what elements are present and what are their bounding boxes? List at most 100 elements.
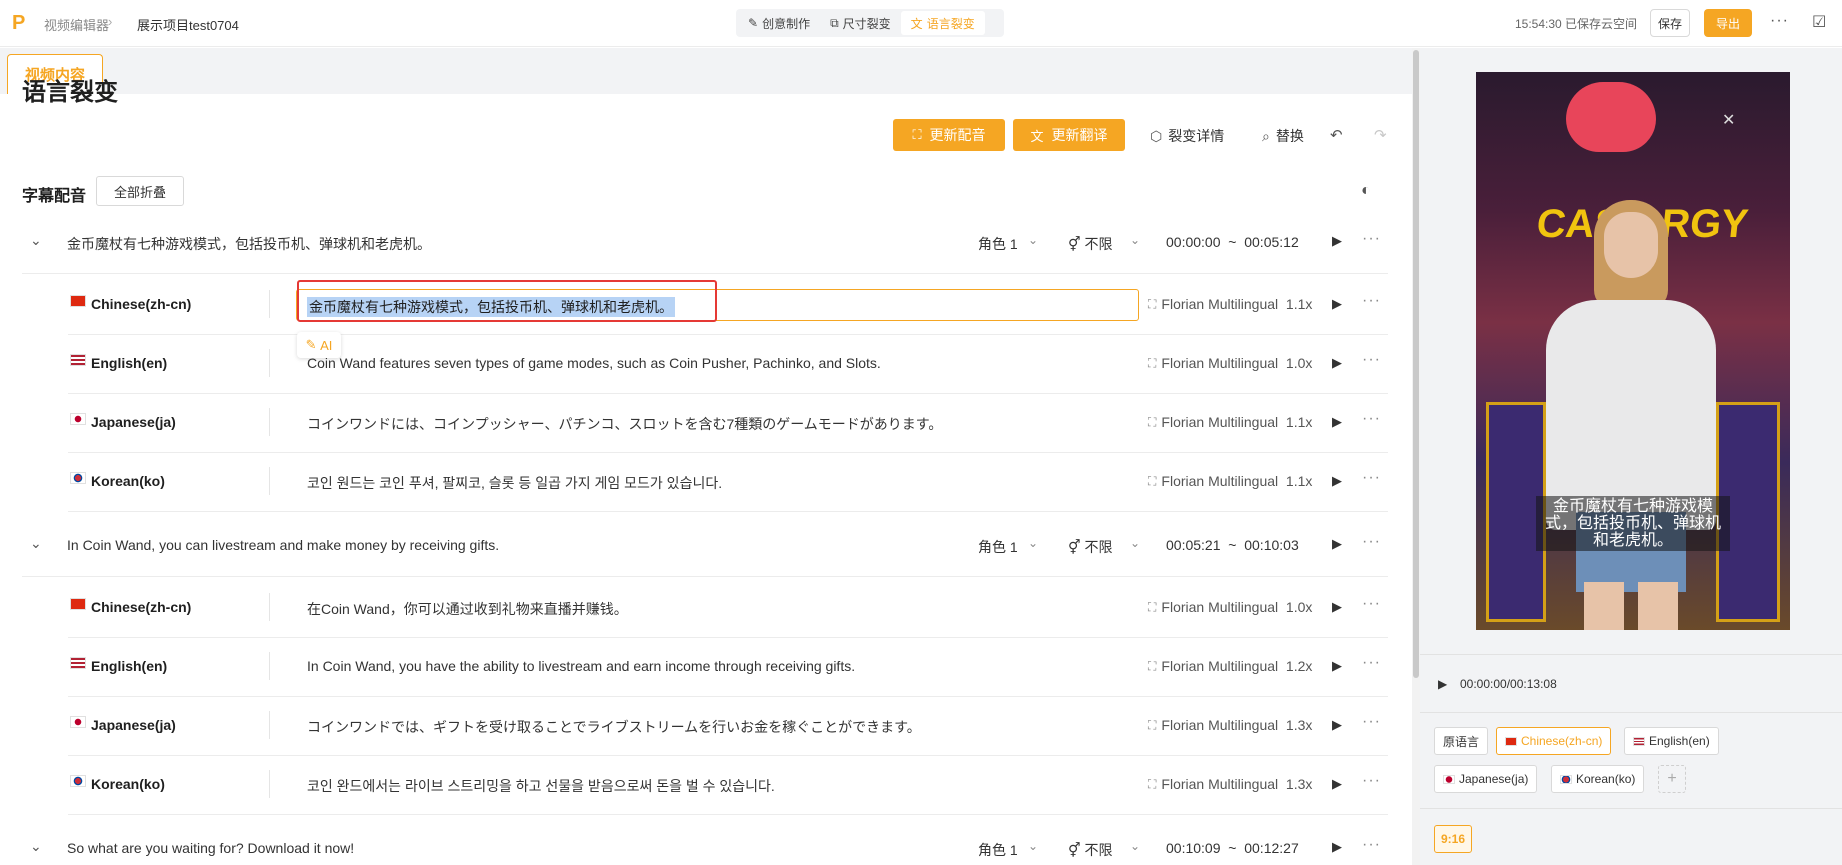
voice-select[interactable]: ⛶ Florian Multilingual 1.3x — [1148, 776, 1312, 792]
more-icon[interactable]: ··· — [1362, 292, 1381, 310]
chevron-down-icon[interactable]: ⌄ — [30, 838, 42, 855]
voice-name: Florian Multilingual — [1161, 776, 1279, 792]
chevron-down-icon[interactable]: ⌄ — [1130, 536, 1140, 550]
clipboard-check-icon[interactable]: ☑ — [1812, 12, 1826, 32]
role-select[interactable]: 角色 1 — [978, 537, 1018, 557]
play-icon[interactable]: ▶ — [1438, 677, 1447, 691]
play-icon[interactable]: ▶ — [1332, 536, 1342, 552]
undo-icon[interactable]: ↶ — [1330, 126, 1343, 144]
voice-select[interactable]: ⛶ Florian Multilingual 1.3x — [1148, 717, 1312, 733]
redo-icon[interactable]: ↷ — [1374, 126, 1387, 144]
lang-chip-original[interactable]: 原语言 — [1434, 727, 1489, 755]
voice-select[interactable]: ⛶ Florian Multilingual 1.1x — [1148, 473, 1312, 489]
play-icon[interactable]: ▶ — [1332, 658, 1342, 674]
fission-detail-button[interactable]: ⬡ 裂变详情 — [1150, 126, 1224, 146]
more-menu-icon[interactable]: ··· — [1770, 12, 1789, 30]
play-icon[interactable]: ▶ — [1332, 717, 1342, 733]
voice-select[interactable]: ⛶ Florian Multilingual 1.0x — [1148, 355, 1312, 371]
more-icon[interactable]: ··· — [1362, 533, 1381, 551]
language-row: English(en) In Coin Wand, you have the a… — [68, 638, 1388, 697]
play-icon[interactable]: ▶ — [1332, 233, 1342, 249]
lang-chip-japanese[interactable]: Japanese(ja) — [1434, 765, 1538, 793]
mode-tab-creative[interactable]: ✎ 创意制作 — [738, 11, 820, 35]
chevron-down-icon[interactable]: ⌄ — [1028, 536, 1038, 550]
lang-chip-english[interactable]: English(en) — [1624, 727, 1719, 755]
voice-select[interactable]: ⛶ Florian Multilingual 1.2x — [1148, 658, 1312, 674]
update-voice-button[interactable]: ⛶ 更新配音 — [893, 119, 1005, 151]
mode-switcher: ✎ 创意制作 ⧉ 尺寸裂变 文 语言裂变 — [736, 9, 1004, 37]
mode-tab-language[interactable]: 文 语言裂变 — [900, 11, 985, 35]
segment-text: So what are you waiting for? Download it… — [67, 840, 355, 856]
translation-text[interactable]: 코인 완드에서는 라이브 스트리밍을 하고 선물을 받음으로써 돈을 벌 수 있… — [307, 776, 775, 796]
mode-tab-resize[interactable]: ⧉ 尺寸裂变 — [820, 11, 901, 35]
gender-value: 不限 — [1084, 539, 1113, 555]
chip-label: Chinese(zh-cn) — [1521, 734, 1603, 748]
play-icon[interactable]: ▶ — [1332, 414, 1342, 430]
divider — [269, 770, 270, 798]
chip-label: Korean(ko) — [1576, 772, 1636, 786]
editor-scrollbar[interactable] — [1412, 48, 1420, 865]
play-icon[interactable]: ▶ — [1332, 355, 1342, 371]
lang-chip-korean[interactable]: Korean(ko) — [1551, 765, 1645, 793]
voice-speed: 1.3x — [1285, 776, 1313, 792]
voice-select[interactable]: ⛶ Florian Multilingual 1.0x — [1148, 599, 1312, 615]
chevron-down-icon[interactable]: ⌄ — [1028, 839, 1038, 853]
more-icon[interactable]: ··· — [1362, 410, 1381, 428]
play-icon[interactable]: ▶ — [1332, 473, 1342, 489]
chevron-down-icon[interactable]: ⌄ — [1130, 233, 1140, 247]
play-icon[interactable]: ▶ — [1332, 839, 1342, 855]
play-icon[interactable]: ▶ — [1332, 776, 1342, 792]
flag-us-icon — [70, 657, 86, 669]
translation-text[interactable]: コインワンドには、コインプッシャー、パチンコ、スロットを含む7種類のゲームモード… — [307, 414, 942, 434]
translation-text[interactable]: Coin Wand features seven types of game m… — [307, 355, 881, 371]
scrollbar-thumb[interactable] — [1413, 50, 1419, 678]
chevron-down-icon[interactable]: ⌄ — [1130, 839, 1140, 853]
lang-chip-chinese[interactable]: Chinese(zh-cn) — [1496, 727, 1612, 755]
update-translation-label: 更新翻译 — [1051, 127, 1108, 143]
collapse-all-button[interactable]: 全部折叠 — [96, 176, 184, 206]
translation-text[interactable]: 在Coin Wand，你可以通过收到礼物来直播并赚钱。 — [307, 599, 628, 619]
page-title: 语言裂变 — [22, 79, 118, 106]
chevron-down-icon[interactable]: ⌄ — [30, 535, 42, 552]
more-icon[interactable]: ··· — [1362, 595, 1381, 613]
chevron-down-icon[interactable]: ⌄ — [30, 232, 42, 249]
more-icon[interactable]: ··· — [1362, 772, 1381, 790]
role-select[interactable]: 角色 1 — [978, 840, 1018, 860]
breadcrumb-separator-icon: › — [108, 14, 113, 29]
export-button[interactable]: 导出 — [1704, 9, 1752, 37]
role-select[interactable]: 角色 1 — [978, 234, 1018, 254]
play-icon[interactable]: ▶ — [1332, 599, 1342, 615]
scan-icon: ⛶ — [1148, 599, 1157, 614]
more-icon[interactable]: ··· — [1362, 713, 1381, 731]
play-icon[interactable]: ▶ — [1332, 296, 1342, 312]
translation-text[interactable]: 코인 원드는 코인 푸셔, 팔찌코, 슬롯 등 일곱 가지 게임 모드가 있습니… — [307, 473, 722, 493]
voice-select[interactable]: ⛶ Florian Multilingual 1.1x — [1148, 296, 1312, 312]
scan-icon: ⛶ — [1148, 717, 1157, 732]
translation-text[interactable]: コインワンドでは、ギフトを受け取ることでライブストリームを行いお金を稼ぐことがで… — [307, 717, 921, 737]
translation-text[interactable]: In Coin Wand, you have the ability to li… — [307, 658, 855, 674]
divider — [1420, 712, 1842, 713]
replace-button[interactable]: ⌕ 替换 — [1262, 126, 1304, 146]
gender-select[interactable]: ⚥ 不限 — [1068, 234, 1113, 254]
gender-select[interactable]: ⚥ 不限 — [1068, 840, 1113, 860]
more-icon[interactable]: ··· — [1362, 230, 1381, 248]
voice-name: Florian Multilingual — [1161, 355, 1279, 371]
more-icon[interactable]: ··· — [1362, 654, 1381, 672]
app-logo-icon[interactable]: P — [12, 12, 30, 34]
aspect-ratio-badge[interactable]: 9:16 — [1434, 825, 1472, 853]
breadcrumb-root[interactable]: 视频编辑器 — [44, 15, 109, 34]
gender-select[interactable]: ⚥ 不限 — [1068, 537, 1113, 557]
update-translation-button[interactable]: 文 更新翻译 — [1013, 119, 1125, 151]
more-icon[interactable]: ··· — [1362, 351, 1381, 369]
voice-speed: 1.0x — [1285, 355, 1313, 371]
add-language-button[interactable]: + — [1658, 765, 1686, 793]
palette-icon[interactable]: ◐ — [1361, 182, 1371, 200]
voice-select[interactable]: ⛶ Florian Multilingual 1.1x — [1148, 414, 1312, 430]
save-button[interactable]: 保存 — [1650, 9, 1690, 37]
more-icon[interactable]: ··· — [1362, 836, 1381, 854]
video-preview[interactable]: CASH RGY ✕ 金币魔杖有七种游戏模式，包括投币机、弹球机和老虎机。 — [1476, 72, 1790, 630]
chevron-down-icon[interactable]: ⌄ — [1028, 233, 1038, 247]
language-row: Japanese(ja) コインワンドでは、ギフトを受け取ることでライブストリー… — [68, 697, 1388, 756]
voice-name: Florian Multilingual — [1161, 473, 1279, 489]
more-icon[interactable]: ··· — [1362, 469, 1381, 487]
